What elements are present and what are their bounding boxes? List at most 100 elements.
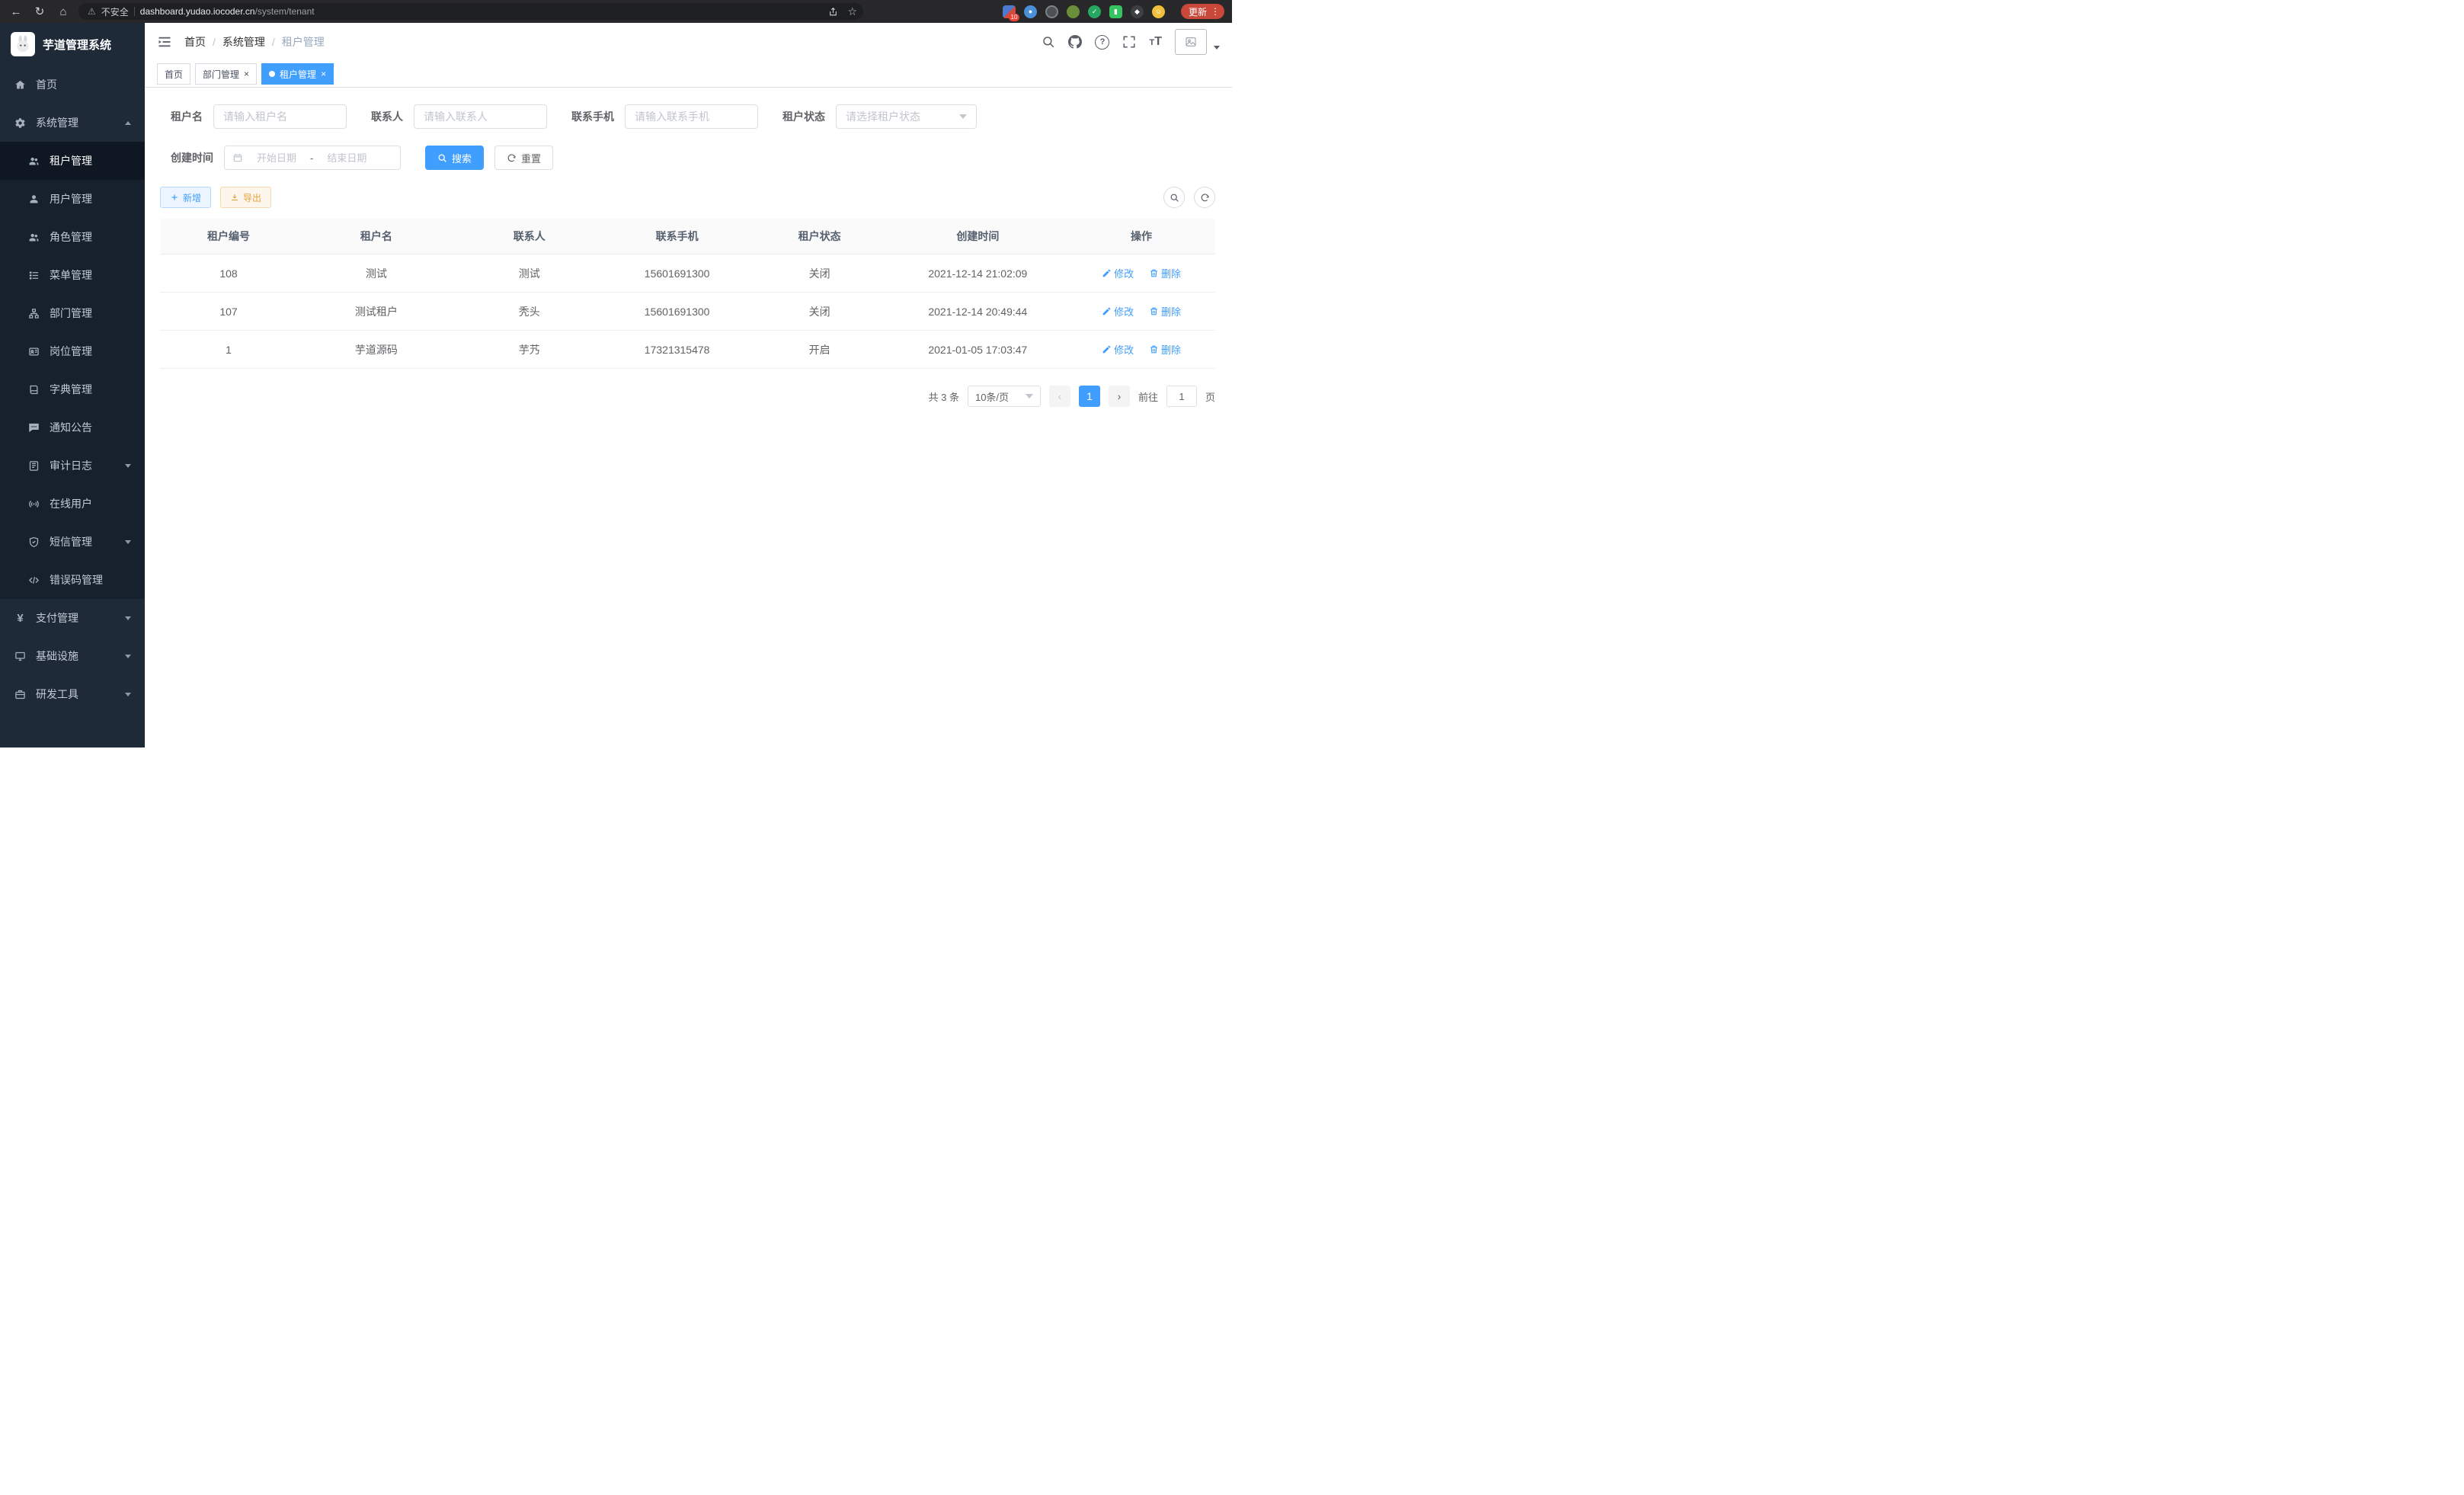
breadcrumb-item[interactable]: 系统管理 [222,34,265,50]
end-date-input[interactable] [316,152,377,165]
cell-actions: 修改 删除 [1067,331,1215,369]
browser-home-icon[interactable]: ⌂ [55,3,72,20]
page-unit-label: 页 [1205,389,1215,404]
contact-input[interactable] [414,104,547,129]
column-header: 创建时间 [888,219,1067,255]
sidebar-item-tenant[interactable]: 租户管理 [0,142,145,180]
date-separator: - [310,152,313,164]
edit-link[interactable]: 修改 [1102,266,1134,280]
export-button-label: 导出 [243,191,261,204]
search-button-label: 搜索 [452,151,472,165]
fullscreen-icon[interactable] [1122,35,1136,49]
reset-button[interactable]: 重置 [494,146,553,170]
browser-menu-icon[interactable]: ⋮ [1211,6,1220,17]
extension-icon[interactable]: 10 [1003,5,1016,18]
prev-page-button[interactable]: ‹ [1049,386,1070,407]
sidebar-item-user[interactable]: 用户管理 [0,180,145,218]
font-size-icon[interactable]: TT [1149,35,1162,49]
cell-contact: 测试 [456,255,603,293]
refresh-icon [507,153,517,163]
collapse-sidebar-icon[interactable] [157,34,172,50]
sidebar-item-home[interactable]: 首页 [0,66,145,104]
tab-dept[interactable]: 部门管理 × [195,63,257,85]
sidebar-item-role[interactable]: 角色管理 [0,218,145,256]
calendar-icon [232,152,243,163]
delete-link[interactable]: 删除 [1149,304,1181,319]
extension-icon[interactable]: ▮ [1109,5,1122,18]
sidebar-item-post[interactable]: 岗位管理 [0,332,145,370]
tab-tenant[interactable]: 租户管理 × [261,63,334,85]
cell-tenant-name: 测试租户 [297,293,456,331]
extension-icon[interactable]: ✓ [1088,5,1101,18]
phone-input[interactable] [625,104,758,129]
app-shell: 芋道管理系统 首页 系统管理 租户管理 [0,23,1232,748]
tab-home[interactable]: 首页 [157,63,190,85]
extension-icon[interactable]: ◆ [1131,5,1144,18]
search-icon[interactable] [1042,35,1055,49]
page-size-select[interactable]: 10条/页 [968,386,1041,407]
sidebar-item-notice[interactable]: 通知公告 [0,408,145,447]
next-page-button[interactable]: › [1109,386,1130,407]
bookmark-star-icon[interactable]: ☆ [847,5,857,18]
close-icon[interactable]: × [321,69,326,78]
sidebar-item-label: 部门管理 [50,306,131,321]
tenant-name-input[interactable] [213,104,347,129]
address-bar[interactable]: ⚠ 不安全 dashboard.yudao.iocoder.cn/system/… [78,3,863,20]
reload-icon[interactable]: ↻ [31,3,48,20]
sidebar-item-label: 短信管理 [50,534,116,549]
table-refresh-button[interactable] [1194,187,1215,208]
add-button-label: 新增 [183,191,201,204]
search-button[interactable]: 搜索 [425,146,484,170]
github-icon[interactable] [1068,35,1082,49]
sidebar-item-dept[interactable]: 部门管理 [0,294,145,332]
page-number-button[interactable]: 1 [1079,386,1100,407]
sidebar-item-pay[interactable]: ¥ 支付管理 [0,599,145,637]
status-select[interactable]: 请选择租户状态 [836,104,977,129]
share-icon[interactable] [828,7,838,17]
column-header: 租户状态 [751,219,888,255]
extension-icon[interactable]: ☺ [1152,5,1165,18]
home-icon [14,79,27,91]
close-icon[interactable]: × [244,69,249,78]
update-button[interactable]: 更新 ⋮ [1181,4,1224,19]
sidebar-item-tools[interactable]: 研发工具 [0,675,145,713]
trash-icon [1149,344,1159,354]
extension-icon[interactable] [1067,5,1080,18]
chevron-up-icon [125,121,131,125]
sidebar-item-errcode[interactable]: 错误码管理 [0,561,145,599]
edit-link[interactable]: 修改 [1102,342,1134,357]
back-icon[interactable]: ← [8,3,24,20]
extension-icon[interactable]: ● [1024,5,1037,18]
start-date-input[interactable] [246,152,307,165]
avatar[interactable] [1175,29,1207,55]
user-icon [27,194,40,205]
table-search-button[interactable] [1163,187,1185,208]
help-icon[interactable]: ? [1095,35,1109,50]
delete-link[interactable]: 删除 [1149,342,1181,357]
sidebar-item-infra[interactable]: 基础设施 [0,637,145,675]
sidebar-item-system[interactable]: 系统管理 [0,104,145,142]
sidebar-item-online[interactable]: 在线用户 [0,485,145,523]
update-button-label: 更新 [1189,5,1207,18]
pay-icon: ¥ [14,612,27,625]
cell-phone: 15601691300 [603,255,751,293]
sidebar-item-dict[interactable]: 字典管理 [0,370,145,408]
sidebar-item-audit[interactable]: 审计日志 [0,447,145,485]
chevron-down-icon [125,655,131,658]
export-button[interactable]: 导出 [220,187,271,208]
add-button[interactable]: 新增 [160,187,211,208]
date-range-picker[interactable]: - [224,146,401,170]
extension-icon[interactable] [1045,5,1058,18]
sidebar-item-menu[interactable]: 菜单管理 [0,256,145,294]
tab-label: 首页 [165,68,183,81]
breadcrumb-item[interactable]: 首页 [184,34,206,50]
sidebar-item-sms[interactable]: 短信管理 [0,523,145,561]
goto-page-input[interactable] [1166,386,1197,407]
chevron-down-icon[interactable] [1214,46,1220,50]
edit-link[interactable]: 修改 [1102,304,1134,319]
reset-button-label: 重置 [521,151,541,165]
warning-icon: ⚠ [88,6,96,17]
pencil-icon [1102,306,1112,316]
tab-label: 部门管理 [203,68,239,81]
delete-link[interactable]: 删除 [1149,266,1181,280]
